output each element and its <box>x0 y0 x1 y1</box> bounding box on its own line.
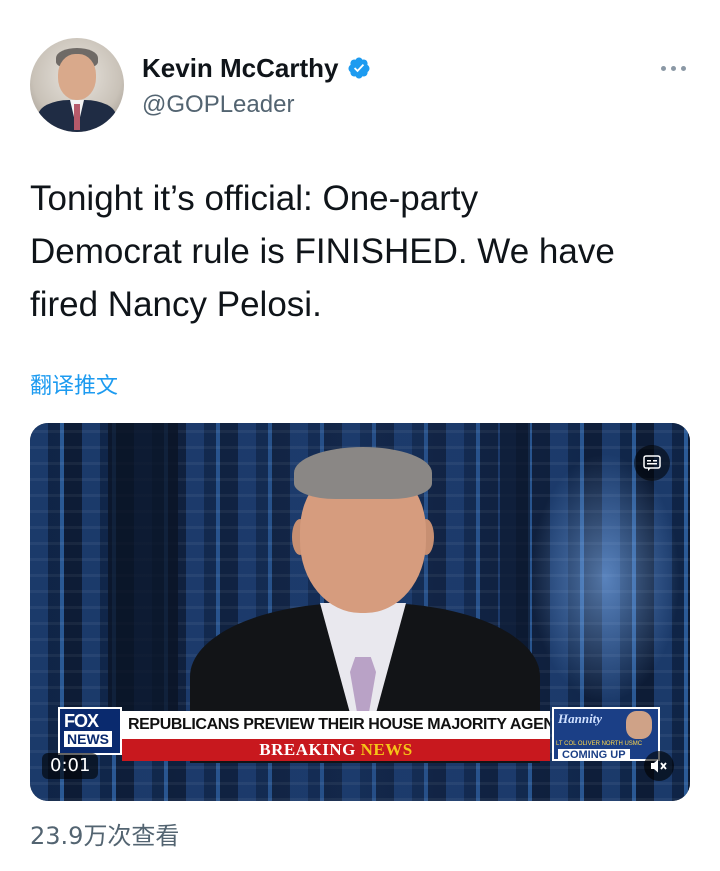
tweet-header: Kevin McCarthy @GOPLeader <box>30 38 690 138</box>
author-avatar[interactable] <box>30 38 124 132</box>
speaker-hair <box>294 447 432 499</box>
captions-icon[interactable] <box>634 445 670 481</box>
network-logo-line2: NEWS <box>64 731 112 747</box>
video-timestamp: 0:01 <box>42 753 99 779</box>
network-logo: FOX NEWS <box>58 707 122 755</box>
show-coming-up: COMING UP <box>558 749 630 761</box>
video-player[interactable]: FOX NEWS REPUBLICANS PREVIEW THEIR HOUSE… <box>30 423 690 801</box>
studio-glow <box>530 453 680 703</box>
verified-badge-icon <box>347 57 369 79</box>
more-options-icon[interactable] <box>656 60 690 76</box>
breaking-news-label: NEWS <box>360 740 413 759</box>
studio-pillar <box>108 423 178 723</box>
avatar-tie <box>74 104 80 130</box>
captions-glyph-icon <box>643 455 661 471</box>
more-dot <box>670 65 676 71</box>
chyron-headline: REPUBLICANS PREVIEW THEIR HOUSE MAJORITY… <box>122 711 550 739</box>
show-ticker: LT COL OLIVER NORTH USMC <box>556 741 643 747</box>
breaking-label: BREAKING <box>259 740 356 759</box>
mute-toggle-icon[interactable] <box>644 751 674 781</box>
show-host-photo <box>626 711 652 739</box>
breaking-news-bar: BREAKING NEWS <box>122 739 550 761</box>
show-promo: Hannity LT COL OLIVER NORTH USMC COMING … <box>552 707 660 761</box>
speaker-muted-icon <box>651 759 667 773</box>
author-display-name[interactable]: Kevin McCarthy <box>142 52 339 84</box>
translate-tweet-link[interactable]: 翻译推文 <box>30 372 118 402</box>
show-name: Hannity <box>558 711 603 726</box>
author-handle[interactable]: @GOPLeader <box>142 90 294 120</box>
view-count: 23.9万次查看 <box>30 822 180 850</box>
more-dot <box>660 65 666 71</box>
more-dot <box>680 65 686 71</box>
network-logo-line1: FOX <box>64 711 99 731</box>
news-chyron: FOX NEWS REPUBLICANS PREVIEW THEIR HOUSE… <box>30 707 690 779</box>
avatar-face <box>58 54 96 100</box>
tweet-text: Tonight it’s official: One-party Democra… <box>30 179 615 324</box>
author-name-row[interactable]: Kevin McCarthy <box>142 52 371 84</box>
